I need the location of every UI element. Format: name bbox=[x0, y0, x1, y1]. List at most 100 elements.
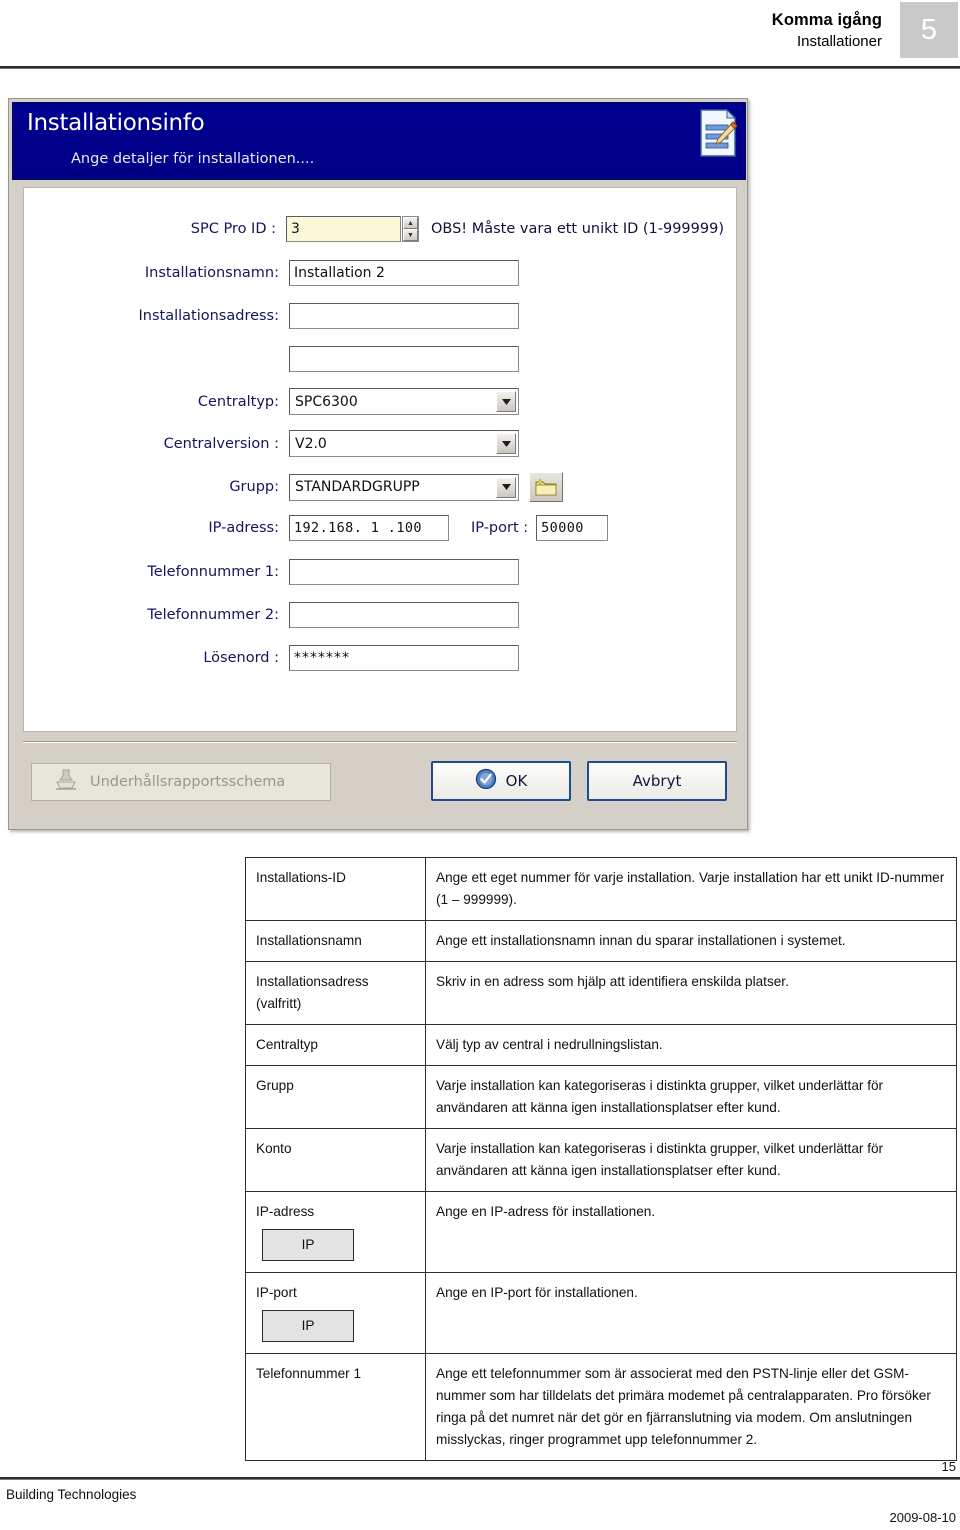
ok-button[interactable]: OK bbox=[431, 761, 571, 801]
table-cell-key: Centraltyp bbox=[245, 1024, 426, 1067]
header-subtitle: Installationer bbox=[796, 33, 882, 51]
table-cell-desc: Ange ett eget nummer för varje installat… bbox=[425, 856, 957, 922]
field-row-phone-1: Telefonnummer 1: bbox=[24, 559, 724, 585]
password-label: Lösenord : bbox=[203, 650, 279, 666]
installation-name-label: Installationsnamn: bbox=[144, 265, 279, 281]
field-row-ip: IP-adress: 192.168. 1 .100 IP-port : 500… bbox=[24, 515, 724, 541]
check-circle-icon bbox=[475, 768, 497, 794]
panel-type-value: SPC6300 bbox=[295, 393, 358, 410]
chevron-down-icon[interactable] bbox=[496, 391, 516, 412]
stepper-up-icon[interactable]: ▲ bbox=[403, 217, 418, 229]
ip-badge: IP bbox=[262, 1229, 354, 1262]
installation-name-input[interactable]: Installation 2 bbox=[289, 260, 519, 286]
table-key-label: IP-port bbox=[256, 1285, 297, 1301]
field-row-installation-address: Installationsadress: bbox=[24, 303, 724, 329]
cancel-button[interactable]: Avbryt bbox=[587, 761, 727, 801]
footer-page-number: 15 bbox=[941, 1459, 956, 1474]
table-cell-desc: Ange ett installationsnamn innan du spar… bbox=[425, 920, 957, 963]
stepper-down-icon[interactable]: ▼ bbox=[403, 229, 418, 241]
password-input[interactable]: ******* bbox=[289, 645, 519, 671]
panel-version-label: Centralversion : bbox=[163, 435, 279, 452]
installation-address-input-2[interactable] bbox=[289, 346, 519, 372]
table-cell-desc: Skriv in en adress som hjälp att identif… bbox=[425, 961, 957, 1026]
installation-info-dialog: Installationsinfo Ange detaljer för inst… bbox=[8, 98, 748, 830]
group-label: Grupp: bbox=[229, 479, 279, 495]
ip-badge: IP bbox=[262, 1310, 354, 1343]
table-key-label: Installationsadress (valfritt) bbox=[256, 974, 369, 1012]
table-row: Grupp Varje installation kan kategoriser… bbox=[245, 1065, 957, 1130]
field-row-panel-type: Centraltyp: SPC6300 bbox=[24, 388, 724, 415]
field-row-spc-pro-id: SPC Pro ID : 3 ▲ ▼ OBS! Måste vara ett u… bbox=[24, 216, 724, 242]
table-cell-desc: Ange en IP-adress för installationen. bbox=[425, 1191, 957, 1274]
installation-address-input[interactable] bbox=[289, 303, 519, 329]
spc-pro-id-input[interactable]: 3 bbox=[286, 216, 401, 242]
field-row-group: Grupp: STANDARDGRUPP bbox=[24, 472, 724, 502]
table-row: Installationsnamn Ange ett installations… bbox=[245, 920, 957, 963]
table-cell-desc: Varje installation kan kategoriseras i d… bbox=[425, 1128, 957, 1193]
table-row: Installationsadress (valfritt) Skriv in … bbox=[245, 961, 957, 1026]
table-cell-key: Konto bbox=[245, 1128, 426, 1193]
table-key-label: Telefonnummer 1 bbox=[256, 1366, 362, 1382]
dialog-banner-title: Installationsinfo bbox=[27, 110, 205, 136]
stamp-icon bbox=[54, 769, 78, 795]
ok-button-label: OK bbox=[505, 772, 528, 790]
phone-1-label: Telefonnummer 1: bbox=[147, 564, 279, 580]
dialog-banner: Installationsinfo Ange detaljer för inst… bbox=[12, 102, 746, 180]
footer-divider bbox=[0, 1477, 960, 1480]
installation-address-label: Installationsadress: bbox=[138, 308, 279, 324]
footer-date: 2009-08-10 bbox=[889, 1510, 957, 1525]
group-select[interactable]: STANDARDGRUPP bbox=[289, 473, 519, 501]
table-key-label: Centraltyp bbox=[256, 1037, 318, 1053]
header-title: Komma igång bbox=[771, 11, 882, 29]
chevron-down-icon[interactable] bbox=[496, 433, 516, 454]
table-row: Installations-ID Ange ett eget nummer fö… bbox=[245, 856, 957, 922]
table-cell-key: Installationsnamn bbox=[245, 920, 426, 963]
table-cell-key: Installations-ID bbox=[245, 856, 426, 922]
table-cell-desc: Varje installation kan kategoriseras i d… bbox=[425, 1065, 957, 1130]
footer-company: Building Technologies bbox=[6, 1487, 137, 1502]
table-row: IP-adress IP Ange en IP-adress för insta… bbox=[245, 1191, 957, 1274]
table-key-label: Installationsnamn bbox=[256, 933, 362, 949]
ip-address-label: IP-adress: bbox=[208, 520, 279, 536]
maintenance-report-schedule-button[interactable]: Underhållsrapportsschema bbox=[31, 763, 331, 801]
field-description-table: Installations-ID Ange ett eget nummer fö… bbox=[245, 856, 957, 1462]
table-cell-key: Grupp bbox=[245, 1065, 426, 1130]
panel-version-select[interactable]: V2.0 bbox=[289, 430, 519, 457]
spc-pro-id-hint: OBS! Måste vara ett unikt ID (1-999999) bbox=[431, 221, 724, 237]
new-folder-icon[interactable] bbox=[529, 472, 563, 502]
header-divider bbox=[0, 66, 960, 69]
maintenance-report-schedule-label: Underhållsrapportsschema bbox=[90, 774, 286, 790]
table-key-label: Konto bbox=[256, 1141, 292, 1157]
phone-1-input[interactable] bbox=[289, 559, 519, 585]
table-cell-desc: Ange ett telefonnummer som är associerat… bbox=[425, 1353, 957, 1462]
dialog-banner-subtitle: Ange detaljer för installationen.... bbox=[71, 151, 315, 167]
spc-pro-id-label: SPC Pro ID : bbox=[190, 221, 276, 237]
ip-port-input[interactable]: 50000 bbox=[536, 515, 609, 541]
dialog-footer-divider bbox=[23, 741, 737, 743]
document-edit-icon bbox=[697, 108, 739, 158]
chevron-down-icon[interactable] bbox=[496, 476, 516, 498]
table-cell-key: Telefonnummer 1 bbox=[245, 1353, 426, 1462]
dialog-form-area: SPC Pro ID : 3 ▲ ▼ OBS! Måste vara ett u… bbox=[23, 187, 737, 732]
table-cell-key: IP-adress IP bbox=[245, 1191, 426, 1274]
table-key-label: Installations-ID bbox=[256, 870, 346, 885]
table-cell-key: IP-port IP bbox=[245, 1272, 426, 1355]
chapter-number-badge: 5 bbox=[900, 2, 958, 58]
phone-2-input[interactable] bbox=[289, 602, 519, 628]
group-value: STANDARDGRUPP bbox=[295, 479, 420, 495]
ip-address-input[interactable]: 192.168. 1 .100 bbox=[289, 515, 449, 541]
phone-2-label: Telefonnummer 2: bbox=[147, 607, 279, 623]
table-cell-desc: Ange en IP-port för installationen. bbox=[425, 1272, 957, 1355]
field-row-installation-name: Installationsnamn: Installation 2 bbox=[24, 260, 724, 286]
spc-pro-id-stepper[interactable]: ▲ ▼ bbox=[402, 216, 419, 242]
table-cell-key: Installationsadress (valfritt) bbox=[245, 961, 426, 1026]
panel-version-value: V2.0 bbox=[295, 435, 327, 452]
field-row-panel-version: Centralversion : V2.0 bbox=[24, 430, 724, 457]
field-row-phone-2: Telefonnummer 2: bbox=[24, 602, 724, 628]
ip-port-label: IP-port : bbox=[471, 520, 529, 536]
panel-type-select[interactable]: SPC6300 bbox=[289, 388, 519, 415]
field-row-password: Lösenord : ******* bbox=[24, 645, 724, 671]
panel-type-label: Centraltyp: bbox=[197, 393, 279, 410]
table-row: Konto Varje installation kan kategoriser… bbox=[245, 1128, 957, 1193]
cancel-button-label: Avbryt bbox=[632, 772, 682, 790]
